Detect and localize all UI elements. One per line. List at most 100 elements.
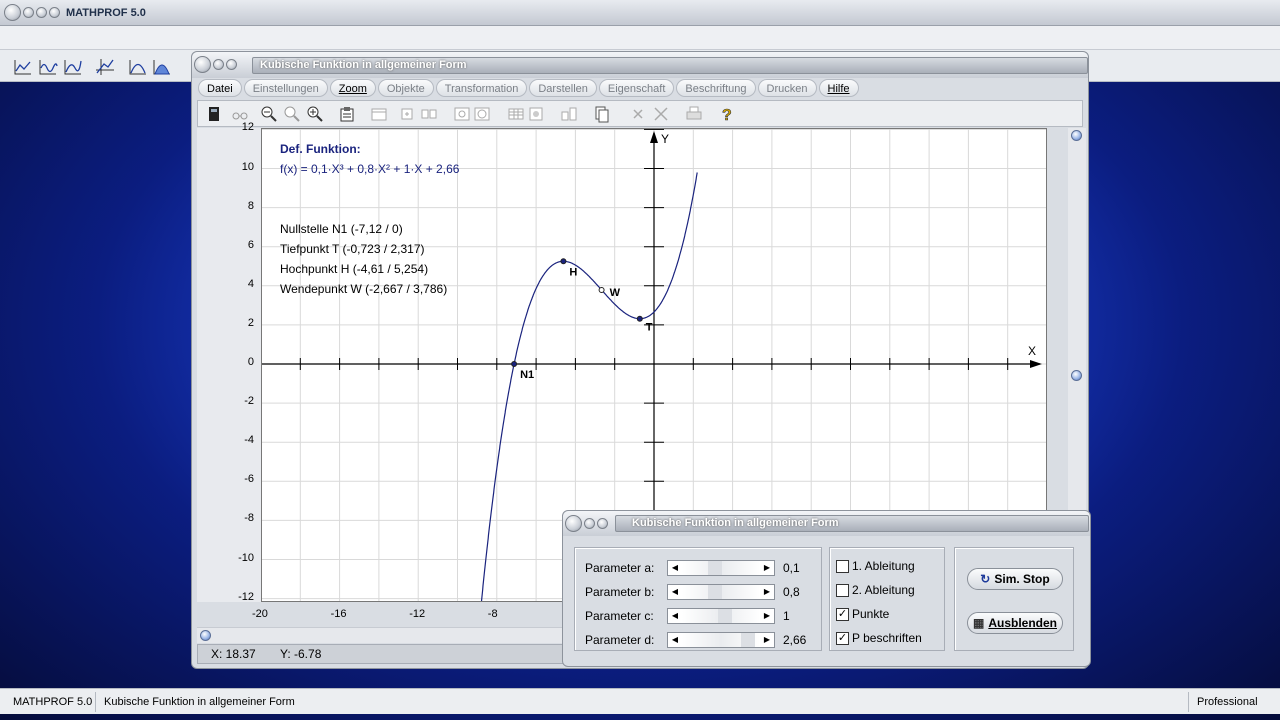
point-info-item: Tiefpunkt T (-0,723 / 2,317): [280, 242, 425, 256]
clipboard-icon[interactable]: [338, 105, 356, 123]
axis-chart-icon[interactable]: [95, 58, 115, 76]
window-title: Kubische Funktion in allgemeiner Form: [260, 59, 467, 71]
checkbox-label: P beschriften: [852, 631, 922, 645]
app-restore-button[interactable]: [49, 7, 60, 18]
wave-chart-icon[interactable]: [38, 58, 58, 76]
menu-hilfe[interactable]: Hilfe: [818, 79, 859, 97]
pages-icon[interactable]: [593, 105, 611, 123]
param-slider[interactable]: ◀ ▶: [667, 608, 775, 624]
app-close-button[interactable]: [4, 4, 21, 21]
point-info-item: Nullstelle N1 (-7,12 / 0): [280, 222, 403, 236]
svg-text:?: ?: [722, 107, 732, 123]
y-axis-label: Y: [661, 132, 669, 146]
plus-box-icon[interactable]: [398, 105, 416, 123]
param-label: Parameter c:: [585, 609, 654, 623]
menu-zoom[interactable]: Zoom: [329, 79, 376, 97]
menu-darstellen[interactable]: Darstellen: [529, 79, 597, 97]
calculator-icon[interactable]: [205, 105, 223, 123]
slider-thumb[interactable]: [741, 633, 756, 647]
scroll-up-button[interactable]: [1071, 130, 1082, 141]
y-tick-label: 12: [241, 121, 254, 134]
param-value: 0,8: [783, 585, 800, 599]
slider-right-arrow-icon[interactable]: ▶: [760, 633, 774, 647]
sim-stop-button[interactable]: ↻ Sim. Stop: [967, 568, 1063, 590]
slider-thumb[interactable]: [718, 609, 733, 623]
slider-right-arrow-icon[interactable]: ▶: [760, 609, 774, 623]
window-minimize-button[interactable]: [213, 59, 224, 70]
point-info-item: Wendepunkt W (-2,667 / 3,786): [280, 282, 448, 296]
y-tick-label: 2: [247, 316, 254, 329]
checkbox-box[interactable]: ✓: [836, 608, 849, 621]
window-icon[interactable]: [370, 105, 388, 123]
param-slider[interactable]: ◀ ▶: [667, 560, 775, 576]
checkbox-box[interactable]: [836, 560, 849, 573]
coord-y: Y: -6.78: [280, 647, 322, 661]
menu-einstellungen[interactable]: Einstellungen: [243, 79, 328, 97]
line-chart-icon[interactable]: [13, 58, 33, 76]
param-slider[interactable]: ◀ ▶: [667, 632, 775, 648]
menu-drucken[interactable]: Drucken: [757, 79, 817, 97]
panel-minimize-button[interactable]: [584, 518, 595, 529]
menu-transformation[interactable]: Transformation: [435, 79, 528, 97]
point-marker: [598, 286, 605, 293]
slider-left-arrow-icon[interactable]: ◀: [668, 609, 682, 623]
scroll-thumb[interactable]: [1071, 370, 1082, 381]
x-tick-label: -20: [252, 608, 268, 620]
printer-icon[interactable]: [685, 105, 703, 123]
slider-left-arrow-icon[interactable]: ◀: [668, 561, 682, 575]
window-maximize-button[interactable]: [226, 59, 237, 70]
slider-thumb[interactable]: [708, 561, 723, 575]
app-title: MATHPROF 5.0: [66, 7, 146, 19]
window-close-button[interactable]: [194, 56, 211, 73]
param-value: 0,1: [783, 561, 800, 575]
window-titlebar: Kubische Funktion in allgemeiner Form: [192, 52, 1088, 78]
glasses-icon[interactable]: [231, 105, 249, 123]
parameter-group: Parameter a: ◀ ▶ 0,1 Parameter b: ◀ ▶ 0,8 Parame…: [574, 547, 822, 651]
scroll-left-button[interactable]: [200, 630, 211, 641]
table-icon[interactable]: [507, 105, 525, 123]
area-chart-icon[interactable]: [152, 58, 172, 76]
zoom-icon[interactable]: [283, 105, 301, 123]
peak-chart-icon[interactable]: [128, 58, 148, 76]
panel-close-button[interactable]: [565, 515, 582, 532]
panel-titlebar: Kubische Funktion in allgemeiner Form: [563, 511, 1090, 536]
split-icon[interactable]: [560, 105, 578, 123]
curve-chart-icon[interactable]: [63, 58, 83, 76]
x-axis-arrow: [1030, 360, 1042, 368]
slider-thumb[interactable]: [708, 585, 723, 599]
help-icon[interactable]: ?: [717, 105, 735, 125]
point-marker: [636, 315, 643, 322]
slider-left-arrow-icon[interactable]: ◀: [668, 585, 682, 599]
status-app: MATHPROF 5.0: [13, 696, 93, 708]
horizontal-scrollbar[interactable]: [197, 627, 569, 643]
app-minimize-button[interactable]: [23, 7, 34, 18]
slider-left-arrow-icon[interactable]: ◀: [668, 633, 682, 647]
menu-datei[interactable]: Datei: [198, 79, 242, 97]
checkbox-label: Punkte: [852, 607, 890, 621]
checkbox-box[interactable]: [836, 584, 849, 597]
point-marker: [560, 258, 567, 265]
point-marker: [511, 361, 518, 367]
slider-right-arrow-icon[interactable]: ▶: [760, 561, 774, 575]
cross-icon[interactable]: [629, 105, 647, 123]
menu-objekte[interactable]: Objekte: [377, 79, 434, 97]
target-icon[interactable]: [453, 105, 471, 123]
checkbox-box[interactable]: ✓: [836, 632, 849, 645]
grid-icon[interactable]: [527, 105, 545, 123]
menu-eigenschaft[interactable]: Eigenschaft: [598, 79, 675, 97]
zoom-in-icon[interactable]: [306, 105, 324, 123]
y-tick-label: 10: [241, 160, 254, 173]
coord-x: X: 18.37: [211, 647, 256, 661]
zoom-out-icon[interactable]: [260, 105, 278, 123]
boxes-icon[interactable]: [420, 105, 438, 123]
slider-right-arrow-icon[interactable]: ▶: [760, 585, 774, 599]
app-maximize-button[interactable]: [36, 7, 47, 18]
window-toolbar: ?: [197, 100, 1083, 127]
menu-beschriftung[interactable]: Beschriftung: [676, 79, 756, 97]
param-slider[interactable]: ◀ ▶: [667, 584, 775, 600]
y-tick-label: -12: [238, 590, 254, 603]
double-cross-icon[interactable]: [652, 105, 670, 123]
ring-icon[interactable]: [473, 105, 491, 123]
hide-button[interactable]: ▦ Ausblenden: [967, 612, 1063, 634]
panel-maximize-button[interactable]: [597, 518, 608, 529]
